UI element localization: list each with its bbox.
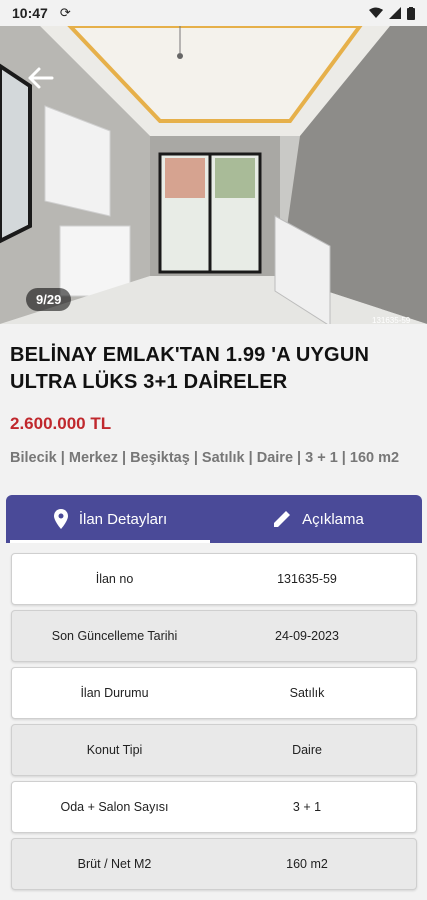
table-row: Oda + Salon Sayısı 3 + 1 [11,781,417,833]
row-value: Daire [292,743,322,757]
battery-icon [407,6,415,20]
location-pin-icon [53,509,68,529]
listing-title: BELİNAY EMLAK'TAN 1.99 'A UYGUN ULTRA LÜ… [10,344,370,393]
wifi-icon [369,7,383,18]
tab-bar: İlan Detayları Açıklama [6,495,422,543]
table-row: İlan Durumu Satılık [11,667,417,719]
table-row: Son Güncelleme Tarihi 24-09-2023 [11,610,417,662]
row-label: İlan Durumu [80,686,149,700]
listing-price: 2.600.000 TL [10,414,112,433]
listing-photo[interactable]: 9/29 131635-59 [0,26,427,324]
table-row: İlan no 131635-59 [11,553,417,605]
row-label: Konut Tipi [86,743,143,757]
table-row: Brüt / Net M2 160 m2 [11,838,417,890]
status-time: 10:47 [12,5,48,21]
pencil-icon [274,511,291,527]
arrow-left-icon [28,67,54,89]
signal-icon [389,7,401,19]
status-bar: 10:47 ⟳ [0,0,427,26]
row-value: 131635-59 [277,572,337,586]
tab-aciklama[interactable]: Açıklama [214,495,422,543]
row-label: Son Güncelleme Tarihi [51,629,178,643]
tab-label: İlan Detayları [78,510,168,528]
sync-icon: ⟳ [59,5,71,20]
details-table: İlan no 131635-59 Son Güncelleme Tarihi … [11,553,417,895]
photo-counter: 9/29 [26,288,72,311]
row-value: 3 + 1 [292,800,322,814]
row-label: İlan no [95,572,134,586]
tab-label: Açıklama [302,510,364,528]
row-label: Oda + Salon Sayısı [60,800,169,814]
room-photo [0,26,427,324]
row-value: 24-09-2023 [275,629,339,643]
status-icons [369,6,415,20]
tab-ilan-detaylari[interactable]: İlan Detayları [6,495,214,543]
row-value: Satılık [289,686,325,700]
back-button[interactable] [24,62,56,94]
listing-tags: Bilecik | Merkez | Beşiktaş | Satılık | … [10,450,400,466]
row-label: Brüt / Net M2 [77,857,152,871]
listing-info: BELİNAY EMLAK'TAN 1.99 'A UYGUN ULTRA LÜ… [0,324,427,468]
photo-ref: 131635-59 [372,316,411,324]
table-row: Konut Tipi Daire [11,724,417,776]
row-value: 160 m2 [286,857,328,871]
